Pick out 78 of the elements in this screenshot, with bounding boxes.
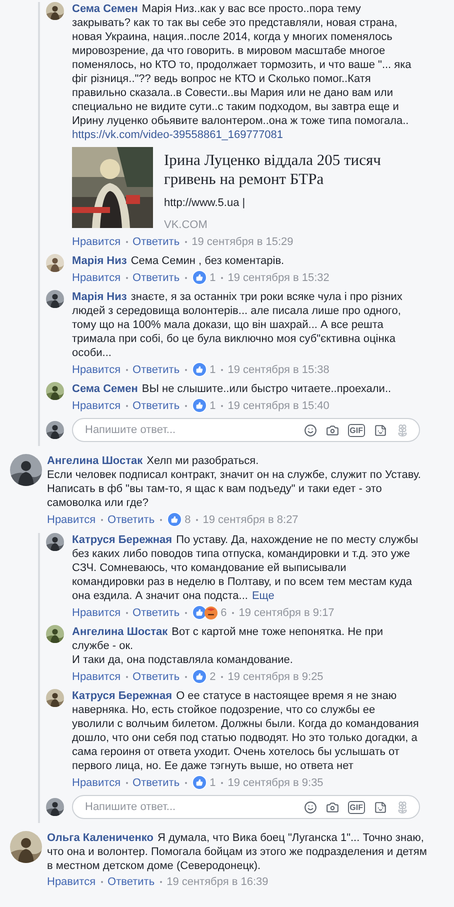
comment-time[interactable]: 19 сентября в 8:27	[202, 512, 298, 526]
avatar[interactable]	[10, 454, 42, 486]
comment-text: Ангелина Шостак Вот с картой мне тоже непонятка. Не при службе - ок. И таки да, она подставляла командование.	[72, 625, 384, 667]
emoji-icon[interactable]	[304, 800, 317, 814]
reaction-count[interactable]: 6	[220, 606, 227, 620]
like-link[interactable]: Нравится	[72, 670, 121, 684]
like-link[interactable]: Нравится	[72, 270, 121, 284]
like-link[interactable]: Нравится	[72, 362, 121, 376]
comment-text: Сема Семен Марія Низ..как у вас все просто..пора тему закрывать? как то так вы себе это представляли, новая страна, новая Украина, нация..после 2014, когда у многих поменялось мировозрение, да что говорить. в мировом масштабе многое поменялось, но КТО то, продолжает тормозить, и что ваше "... яка фіг різниця.."?? ведь вопрос не КТО и Сколько помог..Катя правильно сказала..в Совести..вы Мария или не дано вам или специально не видите сути..с таким подходом, вы завтра еще и Ирину луценко обьявите валонтером..она ж тоже типа помогала..	[72, 2, 412, 128]
preview-url: http://www.5.ua |	[164, 196, 246, 210]
reaction-count[interactable]: 1	[210, 270, 216, 284]
reply-link[interactable]: Ответить	[132, 606, 180, 620]
like-link[interactable]: Нравится	[72, 776, 121, 790]
comment-time[interactable]: 19 сентября в 16:39	[166, 875, 268, 889]
reply-link[interactable]: Ответить	[132, 670, 180, 684]
avatar[interactable]	[46, 382, 64, 400]
author-link[interactable]: Катруся Бережная	[72, 534, 172, 546]
reply-link[interactable]: Ответить	[132, 270, 180, 284]
preview-title[interactable]: Ірина Луценко віддала 205 тисяч гривень на ремонт БТРа	[164, 151, 420, 189]
avatar[interactable]	[46, 254, 64, 272]
comment-text: Марія Низ знаєте, я за останніх три роки всяке чула і про різних людей з середовища волонтерів... але писала лише про одного, тому що на 100% мала докази, що він шахрай... А все решта тримала при собі, бо це була виключно моя суб"єктивна оцінка особи...	[72, 290, 404, 360]
avatar[interactable]	[46, 2, 64, 20]
comment-text: Ольга Калениченко Я думала, что Вика боец "Луганска 1"... Точно знаю, что она и волонтер. Помогала бойцам из этого же подразделения и детям в местном детском доме (Северодонецк).	[47, 831, 428, 873]
avatar[interactable]	[46, 533, 64, 551]
emoji-icon[interactable]	[304, 424, 317, 436]
like-link[interactable]: Нравится	[47, 512, 96, 526]
reply-link[interactable]: Ответить	[132, 362, 180, 376]
author-link[interactable]: Марія Низ	[72, 255, 127, 267]
comment-text: Марія Низ Сема Семин , без коментарів.	[72, 254, 286, 268]
reply-link[interactable]: Ответить	[132, 776, 180, 790]
reply-field[interactable]: Напишите ответ... GIF	[72, 795, 420, 819]
like-link[interactable]: Нравится	[47, 875, 96, 889]
sticker-icon[interactable]	[374, 424, 387, 436]
avatar[interactable]	[46, 290, 64, 308]
reaction-count[interactable]: 2	[210, 670, 216, 684]
camera-icon[interactable]	[326, 800, 339, 814]
reply-link[interactable]: Ответить	[108, 875, 155, 889]
avatar[interactable]	[46, 689, 64, 707]
more-link[interactable]: Еще	[252, 590, 274, 602]
avatar[interactable]	[46, 421, 64, 439]
reply-link[interactable]: Ответить	[132, 398, 180, 412]
sticker-icon[interactable]	[374, 800, 387, 814]
video-link[interactable]: https://vk.com/video-39558861_169777081	[72, 128, 283, 142]
avatar[interactable]	[10, 831, 42, 863]
author-link[interactable]: Сема Семен	[72, 3, 138, 15]
preview-source: VK.COM	[164, 218, 208, 232]
reply-field[interactable]: Напишите ответ... GIF	[72, 418, 420, 442]
comment-text: Сема Семен ВЫ не слышите..или быстро читаете..проехали..	[72, 382, 392, 396]
reply-link[interactable]: Ответить	[132, 235, 180, 249]
author-link[interactable]: Ангелина Шостак	[72, 626, 168, 638]
gif-button[interactable]: GIF	[348, 800, 365, 814]
comment-time[interactable]: 19 сентября в 9:25	[228, 670, 324, 684]
comment-text: Катруся Бережная По уставу. Да, нахождение не по месту службы без каких либо поводов типа отпуска, командировки и т.д. это уже СЗЧ. Сомневаюсь, что командование ей выписывали командировки раз в неделю в Полтаву, и по всем тем местам куда она ездила. А значит она подста... Еще	[72, 533, 420, 603]
like-link[interactable]: Нравится	[72, 398, 121, 412]
comment-text: Ангелина Шостак Хелп ми разобраться. Если человек подписал контракт, значит он на службе, служит по Уставу. Написать в фб "вы там-то, я щас к вам подъеду" и таки едет - это самоволка или где?	[47, 454, 422, 510]
reaction-count[interactable]: 1	[210, 776, 216, 790]
author-link[interactable]: Сема Семен	[72, 383, 138, 395]
camera-icon[interactable]	[326, 424, 339, 436]
comment-time[interactable]: 19 сентября в 15:29	[192, 235, 294, 249]
reaction-count[interactable]: 8	[184, 512, 191, 526]
author-link[interactable]: Марія Низ	[72, 291, 127, 303]
gif-button[interactable]: GIF	[348, 424, 365, 436]
author-link[interactable]: Ангелина Шостак	[47, 455, 143, 467]
reaction-count[interactable]: 1	[210, 362, 216, 376]
comment-time[interactable]: 19 сентября в 9:35	[228, 776, 324, 790]
avatar[interactable]	[46, 798, 64, 816]
author-link[interactable]: Ольга Калениченко	[47, 832, 154, 844]
like-link[interactable]: Нравится	[72, 606, 121, 620]
comment-time[interactable]: 19 сентября в 9:17	[238, 606, 334, 620]
comment-time[interactable]: 19 сентября в 15:40	[228, 398, 330, 412]
like-link[interactable]: Нравится	[72, 235, 121, 249]
author-link[interactable]: Катруся Бережная	[72, 690, 172, 702]
reaction-count[interactable]: 1	[210, 398, 216, 412]
comment-time[interactable]: 19 сентября в 15:32	[228, 270, 330, 284]
comment-time[interactable]: 19 сентября в 15:38	[228, 362, 330, 376]
comment-text: Катруся Бережная О ее статусе в настоящее время я не знаю наверняка. Но, есть стойкое подозрение, что со службы ее уволили с волчьим билетом. Должны были. Когда до командования дошло, что они себя под статью подводят. Но это только догадки, а сама героиня от ответа уходит. Очень хотелось бы услышать от первого лица, но. Ее даже тэгнуть выше, но ответа нет	[72, 689, 420, 773]
avatar[interactable]	[46, 625, 64, 643]
reply-link[interactable]: Ответить	[108, 512, 155, 526]
